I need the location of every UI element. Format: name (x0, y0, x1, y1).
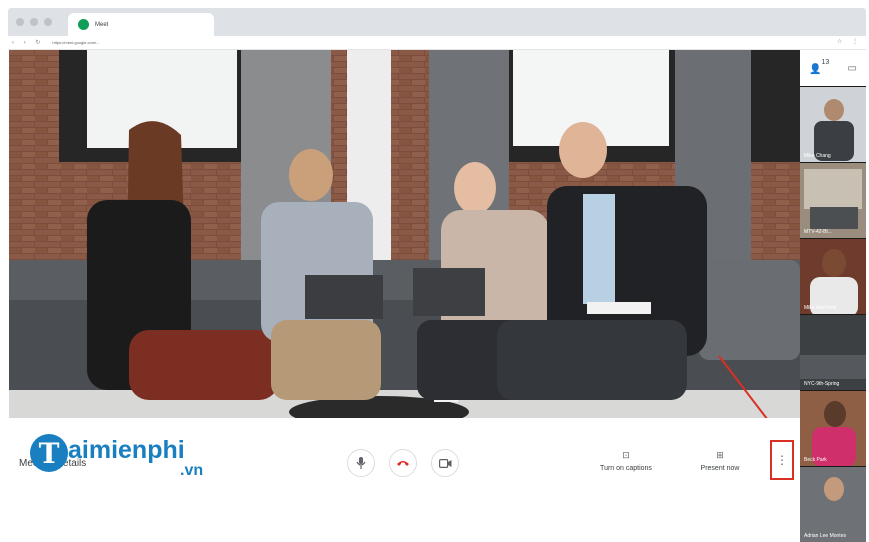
participants-panel: 👤13 ▭ Mike Chang MTV-42-Bl... Mike March… (800, 50, 866, 542)
end-call-button[interactable] (389, 449, 417, 477)
participant-name: NYC-9th-Spring (804, 381, 840, 387)
watermark-name: aimienphi (68, 436, 185, 464)
browser-menu-icon[interactable]: ☆ ⋮ (837, 38, 862, 45)
participant-tile[interactable]: MTV-42-Bl... (800, 162, 866, 238)
browser-tab[interactable]: Meet (68, 13, 214, 36)
watermark-suffix: .vn (180, 462, 204, 479)
people-tab[interactable]: 👤13 (809, 59, 829, 77)
present-icon: ⊞ (716, 450, 724, 460)
microphone-icon (356, 457, 366, 469)
nav-buttons-icon[interactable]: ‹ › ↻ (12, 39, 44, 46)
more-options-button[interactable]: ⋮ (770, 440, 794, 480)
participant-tile[interactable]: Mike Chang (800, 86, 866, 162)
conference-room-video-icon (9, 50, 800, 418)
chat-icon[interactable]: ▭ (847, 63, 856, 74)
panel-header: 👤13 ▭ (800, 50, 866, 86)
url-field[interactable]: https://meet.google.com/... (52, 40, 99, 45)
participant-tile[interactable]: Adrian Lee Montes (800, 466, 866, 542)
participant-name: Mike Marchetti (804, 305, 837, 311)
address-bar: ‹ › ↻ https://meet.google.com/... ☆ ⋮ (8, 36, 866, 50)
participant-tile[interactable]: NYC-9th-Spring (800, 314, 866, 390)
participant-tile[interactable]: Beck Park (800, 390, 866, 466)
minimize-window-button[interactable] (30, 18, 38, 26)
hang-up-icon (397, 461, 409, 466)
more-vert-icon: ⋮ (776, 453, 788, 467)
participant-name: Adrian Lee Montes (804, 533, 846, 539)
meet-logo-icon (78, 19, 89, 30)
captions-icon: ⊡ (622, 450, 630, 460)
microphone-button[interactable] (347, 449, 375, 477)
main-video (9, 50, 800, 418)
browser-tab-bar: Meet (8, 8, 866, 36)
watermark: T aimienphi .vn (30, 434, 220, 480)
participant-count: 13 (821, 59, 830, 66)
captions-button[interactable]: ⊡ Turn on captions (591, 450, 661, 472)
present-label: Present now (700, 465, 740, 472)
captions-label: Turn on captions (600, 465, 652, 472)
participant-tile[interactable]: Mike Marchetti (800, 238, 866, 314)
present-now-button[interactable]: ⊞ Present now (685, 450, 755, 472)
close-window-button[interactable] (16, 18, 24, 26)
people-icon: 👤 (809, 64, 822, 75)
participant-name: MTV-42-Bl... (804, 229, 832, 235)
video-camera-icon (438, 458, 451, 468)
participant-name: Beck Park (804, 457, 827, 463)
camera-button[interactable] (431, 449, 459, 477)
tab-title: Meet (95, 21, 109, 28)
participant-name: Mike Chang (804, 153, 831, 159)
watermark-logo: T (30, 434, 68, 472)
maximize-window-button[interactable] (44, 18, 52, 26)
